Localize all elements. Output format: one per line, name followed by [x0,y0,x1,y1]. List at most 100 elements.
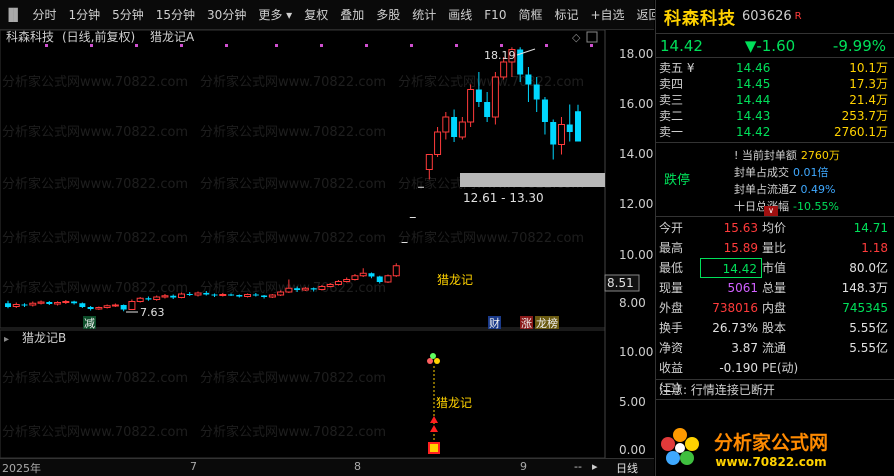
candle-body [368,273,375,277]
order-level: 卖一 [659,125,684,139]
candle-body [120,305,127,310]
up-arrow-icon [430,416,438,423]
maximize-icon[interactable] [586,31,598,43]
signal-dot [427,358,433,364]
candle-body [533,84,540,100]
period-selector[interactable]: 日线 [616,460,638,476]
limit-status: 跌停 [664,173,691,188]
stat-label: 收益(二) [659,361,684,395]
candle-body [425,154,433,170]
candle-body [541,99,548,122]
candle-body [409,217,416,218]
stats-row: 换手 26.73% 股本 5.55亿 [656,318,894,338]
candle-body [95,307,103,310]
chevron-down-icon: ▾ [286,7,293,22]
stat-value: 148.3万 [841,281,888,295]
stat-label: 股本 [762,321,787,335]
candle-body [451,117,458,137]
stats-table: 今开 15.63 均价 14.71 最高 15.89 量比 1.18 最低 14.42 市值 80.0… [656,217,894,395]
add-watchlist-button[interactable]: +自选 [584,0,630,30]
tab-5min[interactable]: 5分钟 [106,0,150,30]
signal-dot [90,44,93,47]
gap-range-label: 12.61 - 13.30 [463,191,544,205]
order-book-row[interactable]: 卖三 14.44 21.4万 [656,92,894,108]
low-price-label: 7.63 [140,306,165,319]
candle-body [318,286,326,290]
limit-row-label: ! 当前封单额 [734,149,797,162]
price-tick: 16.00 [619,97,653,111]
candle-body [203,293,210,295]
candle-body [228,294,235,296]
menu-icon[interactable]: ▐▌ [0,0,26,30]
stat-value: 1.18 [861,241,888,255]
stats-row: 外盘 738016 内盘 745345 [656,298,894,318]
candle-body [326,284,334,287]
tab-30min[interactable]: 30分钟 [201,0,252,30]
signal-dot [365,44,368,47]
stat-value: 80.0亿 [849,261,888,275]
candle-body [219,294,227,296]
tab-1min[interactable]: 1分钟 [62,0,106,30]
simple-frame-button[interactable]: 简框 [512,0,548,30]
limit-row: ! 当前封单额 2760万 [734,147,840,164]
order-volume: 10.1万 [849,61,888,75]
order-price: 14.45 [736,77,771,91]
order-book-row[interactable]: 卖一 14.42 2760.1万 [656,124,894,140]
stats-row: 今开 15.63 均价 14.71 [656,218,894,238]
candle-body [62,301,70,303]
overlay-button[interactable]: 叠加 [334,0,370,30]
mark-button[interactable]: 标记 [548,0,584,30]
statistics-button[interactable]: 统计 [406,0,442,30]
order-book-row[interactable]: 卖二 14.43 253.7万 [656,108,894,124]
more-menu[interactable]: 更多 ▾ [252,0,298,30]
indicator-b-label[interactable]: 猎龙记B [22,331,66,345]
draw-line-button[interactable]: 画线 [442,0,478,30]
order-book-row[interactable]: 卖四 14.45 17.3万 [656,76,894,92]
limit-down-panel: 跌停 ! 当前封单额 2760万 封单占成交 0.01倍 封单占流通Z 0.49% 十… [656,143,894,217]
tab-15min[interactable]: 15分钟 [150,0,201,30]
indicator-a-label[interactable]: 猎龙记A [150,30,195,44]
expand-icon[interactable]: ▸ [4,334,9,345]
stats-row: 现量 5061 总量 148.3万 [656,278,894,298]
stat-value: 15.63 [723,221,758,235]
watermark-text: 分析家公式网www.70822.com [200,370,386,386]
signal-label-a: 猎龙记 [437,273,473,287]
order-book-row[interactable]: 卖五 ¥ 14.46 10.1万 [656,60,894,76]
watermark-text: 分析家公式网www.70822.com [200,176,386,192]
limit-row-value: 0.01倍 [793,166,829,179]
candle-body [244,294,252,297]
candle-body [401,242,408,243]
indicator-tick: 10.00 [619,345,653,359]
time-axis: 2025年 7 8 9 -- ▸ 日线 [0,458,654,476]
multi-stock-button[interactable]: 多股 [370,0,406,30]
candle-body [71,301,78,304]
scroll-right-icon[interactable]: ▸ [592,460,598,473]
gap-zone [460,173,605,187]
zoom-button[interactable]: -- [574,460,582,473]
restore-rights-button[interactable]: 复权 [298,0,334,30]
signal-dot [430,353,436,359]
candle-body [21,304,28,306]
collapse-button[interactable]: ∨ [764,206,778,216]
order-level: 卖二 [659,109,684,123]
stat-value: 5.55亿 [849,321,888,335]
kline-chart[interactable]: 分析家公式网www.70822.com 分析家公式网www.70822.com … [0,30,654,458]
stat-label: 最高 [659,241,684,255]
tab-intraday[interactable]: 分时 [26,0,62,30]
chart-toolbar: ▐▌ 分时 1分钟 5分钟 15分钟 30分钟 更多 ▾ 复权 叠加 多股 统计… [0,0,661,30]
quote-panel: 科森科技 603626 R 14.42 ▼-1.60 -9.99% 卖五 ¥ 14… [655,0,894,476]
price-axis: 18.00 16.00 14.00 12.00 10.00 8.00 [619,47,653,310]
price-tick: 10.00 [619,248,653,262]
watermark-text: 分析家公式网www.70822.com [398,74,584,90]
diamond-icon[interactable]: ◇ [572,31,581,44]
indicator-tick: 0.00 [619,443,646,457]
f10-button[interactable]: F10 [478,0,512,30]
order-level: 卖三 [659,93,684,107]
candle-body [29,302,37,306]
stat-value: 738016 [712,301,758,315]
signal-label-b: 猎龙记 [436,396,472,410]
kline-chart-area[interactable]: 分析家公式网www.70822.com 分析家公式网www.70822.com … [0,30,654,460]
watermark-text: 分析家公式网www.70822.com [200,74,386,90]
site-logo: 分析家公式网 www.70822.com [656,420,894,476]
candle-body [525,74,532,85]
